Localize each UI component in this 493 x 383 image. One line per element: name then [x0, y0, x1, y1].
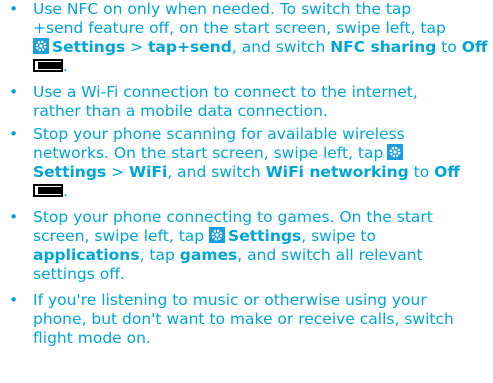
applications-label: applications [33, 246, 140, 264]
off-label: Off [461, 38, 488, 56]
bullet: • [9, 208, 19, 226]
list-item-text: Stop your phone scanning for available w… [33, 125, 460, 200]
wifi-networking-label: WiFi networking [265, 163, 409, 181]
list-item-text: Use NFC on only when needed. To switch t… [33, 0, 488, 75]
wifi-label: WiFi [129, 163, 168, 181]
games-label: games [179, 246, 238, 264]
settings-label: Settings [52, 38, 126, 56]
bullet: • [9, 0, 19, 18]
nfc-sharing-label: NFC sharing [330, 38, 437, 56]
list-item-text: Use a Wi-Fi connection to connect to the… [33, 83, 418, 120]
off-label: Off [434, 163, 460, 181]
toggle-off-icon [33, 59, 63, 72]
settings-gear-icon [33, 38, 49, 54]
list-item-text: If you're listening to music or otherwis… [33, 291, 454, 347]
list-item-text: Stop your phone connecting to games. On … [33, 208, 433, 283]
bullet: • [9, 125, 19, 143]
settings-gear-icon [209, 227, 226, 243]
tap-send-label: tap+send [148, 38, 232, 56]
toggle-off-icon [33, 184, 63, 197]
settings-label: Settings [33, 163, 107, 181]
settings-gear-icon [387, 144, 404, 160]
bullet: • [9, 83, 19, 101]
settings-label: Settings [228, 227, 302, 245]
bullet: • [9, 291, 19, 309]
